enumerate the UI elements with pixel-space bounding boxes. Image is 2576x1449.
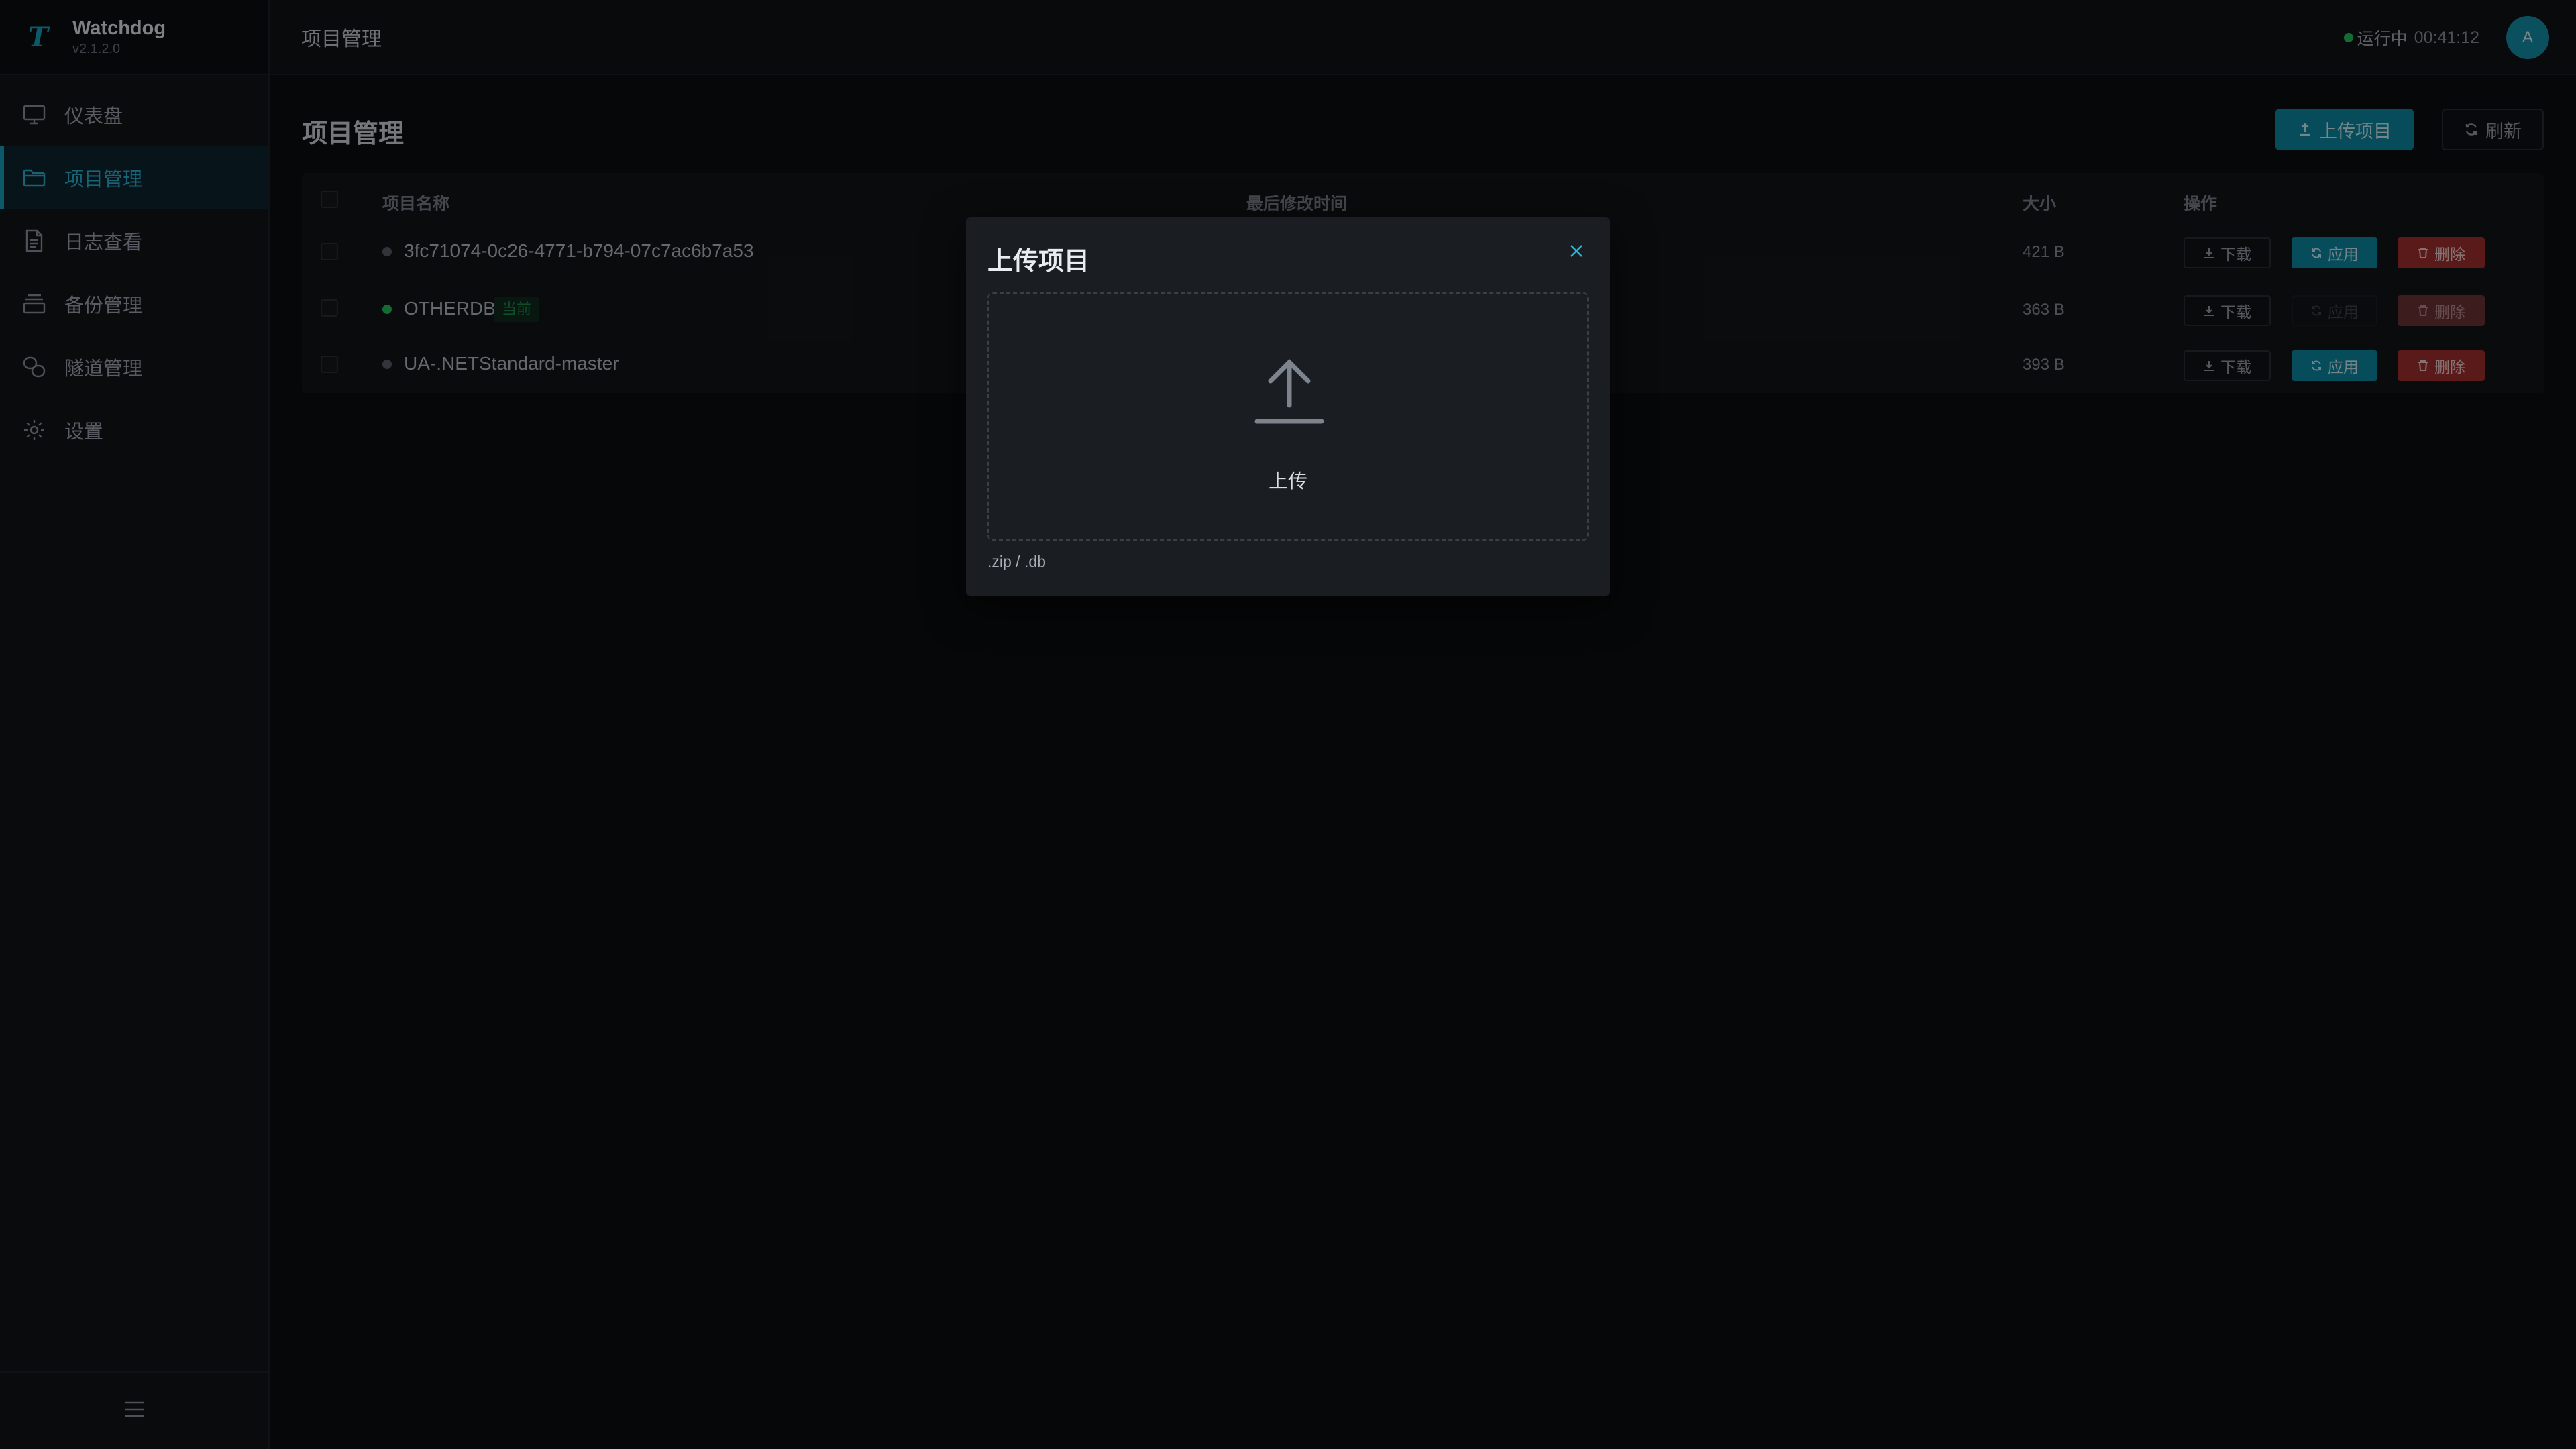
upload-project-dialog: 上传项目 上传 .zip / .db xyxy=(966,217,1610,596)
close-icon xyxy=(1570,245,1582,257)
dropzone-label: 上传 xyxy=(1268,471,1307,492)
file-type-hint: .zip / .db xyxy=(987,553,1046,570)
upload-arrow-icon xyxy=(1254,359,1324,424)
upload-dropzone[interactable]: 上传 xyxy=(987,292,1589,541)
dialog-title: 上传项目 xyxy=(987,248,1090,276)
close-button[interactable] xyxy=(1563,237,1590,264)
